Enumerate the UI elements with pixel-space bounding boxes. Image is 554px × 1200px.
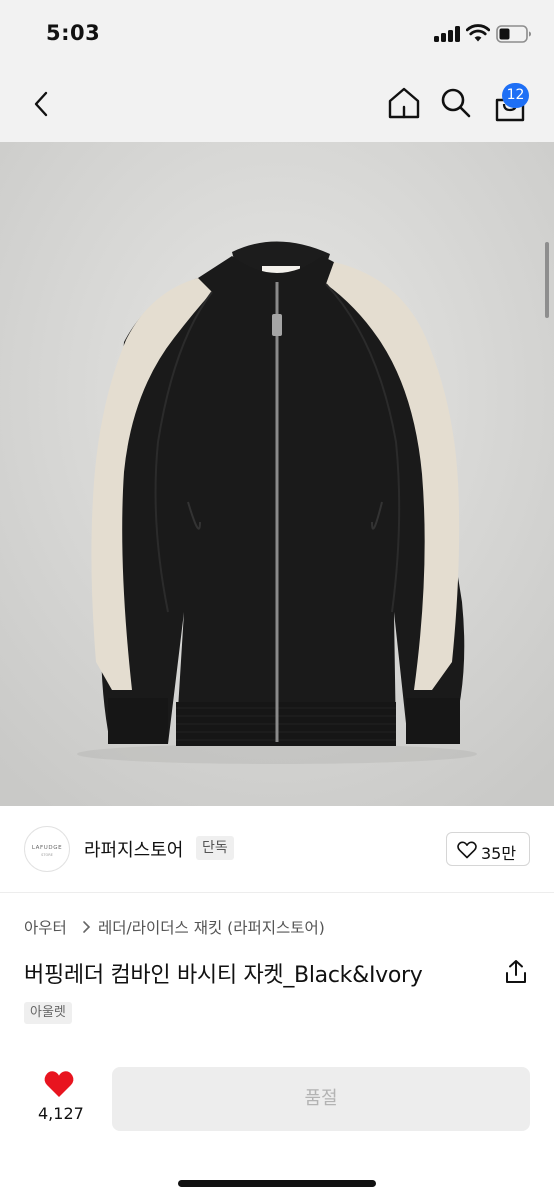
status-bar: 5:03 [0,0,554,68]
home-icon[interactable] [387,86,421,120]
seller-name[interactable]: 라퍼지스토어 [84,836,183,862]
breadcrumb-chevron-icon [83,921,91,933]
search-icon[interactable] [440,87,472,119]
home-indicator [178,1180,376,1187]
sold-out-button[interactable]: 품절 [112,1067,530,1131]
jacket-photo [0,142,554,806]
section-divider [0,892,554,893]
seller-like-button[interactable]: 35만 [446,832,530,866]
seller-logo[interactable]: LAFUDGE STORE [24,826,70,872]
heart-filled-icon[interactable] [43,1069,75,1099]
breadcrumb-parent[interactable]: 아우터 [24,916,67,938]
wifi-icon [466,24,490,42]
share-icon[interactable] [504,959,528,985]
seller-logo-text: LAFUDGE [31,845,63,851]
battery-icon [496,25,531,43]
status-time: 5:03 [46,21,101,45]
exclusive-badge: 단독 [196,836,234,860]
product-title: 버핑레더 컴바인 바시티 자켓_Black&Ivory [24,963,423,988]
product-detail-page: 5:03 12 LAFUDGE STORE 라퍼지스토어 단독 35만 아우터 … [0,0,554,1200]
cart-count-badge: 12 [502,83,529,108]
heart-outline-icon [457,841,477,859]
scrollbar-thumb[interactable] [545,242,549,318]
outlet-tag: 아울렛 [24,1002,72,1024]
cellular-signal-icon [434,26,460,42]
seller-logo-subtext: STORE [41,853,53,857]
seller-row[interactable]: LAFUDGE STORE 라퍼지스토어 단독 35만 [0,806,554,892]
seller-like-count: 35만 [481,844,517,863]
back-chevron-icon[interactable] [30,90,54,118]
product-image[interactable] [0,142,554,806]
wish-count: 4,127 [38,1104,84,1123]
breadcrumb-child[interactable]: 레더/라이더스 재킷 (라퍼지스토어) [98,916,325,938]
